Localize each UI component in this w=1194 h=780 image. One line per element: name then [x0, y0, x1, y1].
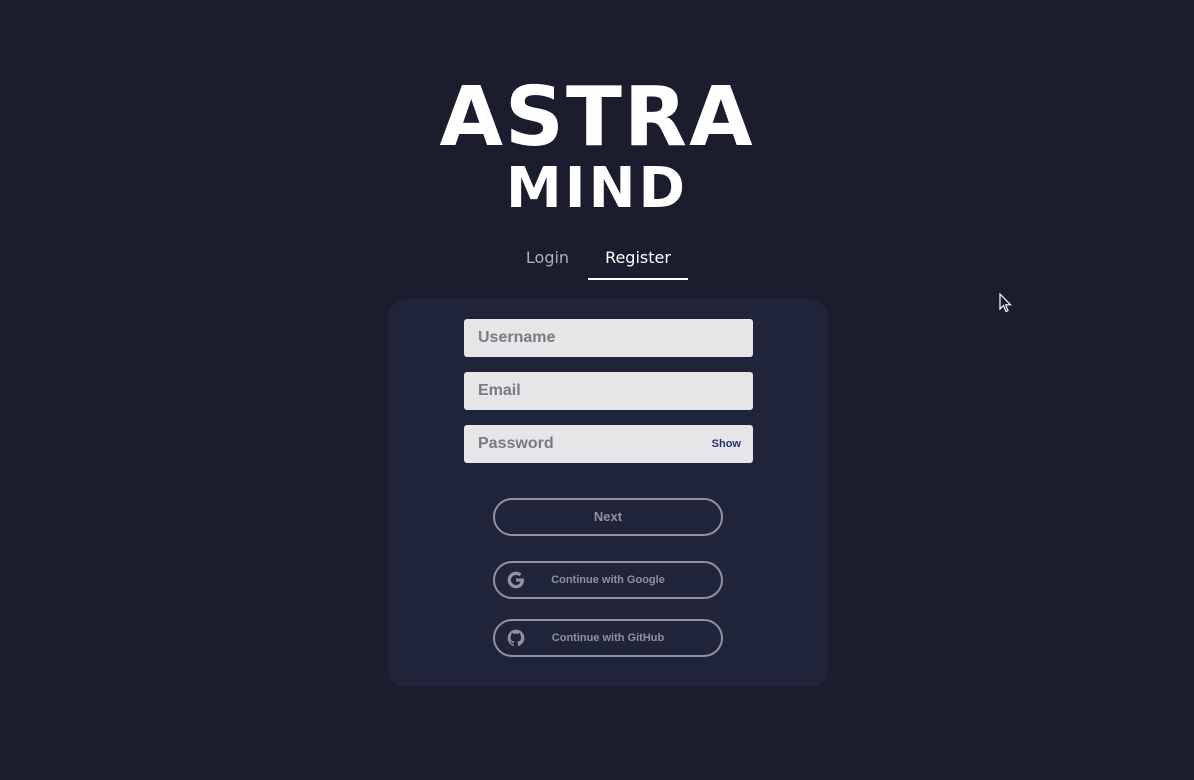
tab-login[interactable]: Login	[507, 240, 588, 278]
continue-with-google-button[interactable]: Continue with Google	[493, 561, 723, 599]
email-input[interactable]	[464, 372, 753, 410]
github-button-label: Continue with GitHub	[551, 632, 665, 644]
username-field	[464, 319, 753, 357]
google-icon	[507, 571, 524, 589]
logo-line-astra: ASTRA	[439, 70, 755, 165]
auth-tabs: Login Register	[507, 240, 688, 280]
register-card: Show Next Continue with Google Continue …	[388, 299, 828, 687]
astra-mind-logo: ASTRA MIND	[0, 70, 1194, 221]
password-input[interactable]	[464, 425, 753, 463]
password-field: Show	[464, 425, 753, 463]
google-button-label: Continue with Google	[551, 574, 665, 586]
next-button[interactable]: Next	[493, 498, 723, 536]
logo-line-mind: MIND	[506, 156, 688, 221]
register-page: ASTRA MIND Login Register Show Next Cont…	[0, 0, 1194, 780]
github-icon	[507, 629, 525, 647]
tab-register[interactable]: Register	[588, 240, 688, 280]
username-input[interactable]	[464, 319, 753, 357]
next-button-label: Next	[593, 509, 623, 524]
mouse-cursor-icon	[999, 293, 1012, 313]
continue-with-github-button[interactable]: Continue with GitHub	[493, 619, 723, 657]
show-password-toggle[interactable]: Show	[712, 425, 741, 463]
email-field	[464, 372, 753, 410]
